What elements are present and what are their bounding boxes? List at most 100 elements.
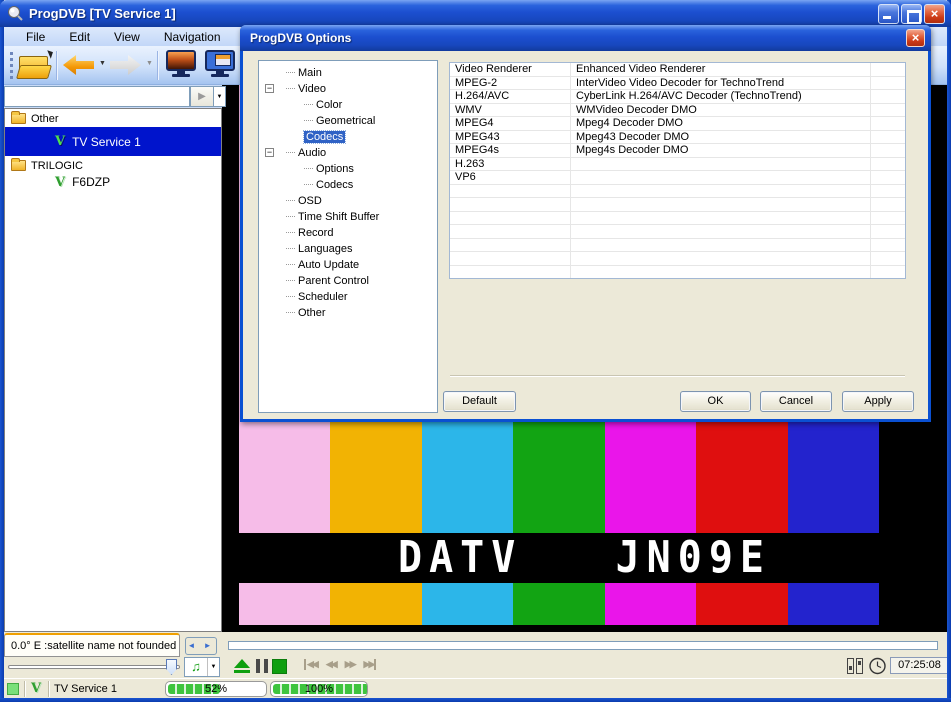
back-button[interactable] bbox=[63, 55, 94, 75]
minimize-button[interactable] bbox=[878, 4, 899, 24]
codec-row[interactable]: MPEG4sMpeg4s Decoder DMO bbox=[450, 144, 905, 158]
group-label: Other bbox=[31, 113, 59, 125]
tree-item-audio-codecs[interactable]: Codecs bbox=[259, 177, 437, 193]
codec-row-empty[interactable] bbox=[450, 239, 905, 253]
collapse-icon[interactable]: − bbox=[265, 148, 274, 157]
codec-row[interactable]: H.263 bbox=[450, 158, 905, 172]
channel-group-trilogic[interactable]: TRILOGIC bbox=[5, 158, 221, 173]
search-dropdown-caret[interactable]: ▼ bbox=[214, 86, 226, 107]
window-border-left bbox=[0, 0, 4, 702]
channel-v-icon: V bbox=[55, 175, 65, 190]
pause-button[interactable] bbox=[256, 659, 268, 673]
titlebar[interactable]: ProgDVB [TV Service 1] × bbox=[0, 0, 951, 27]
codec-row-empty[interactable] bbox=[450, 252, 905, 266]
menu-view[interactable]: View bbox=[102, 29, 152, 45]
channel-item-tv-service-1[interactable]: V TV Service 1 bbox=[5, 127, 221, 156]
fullscreen-button[interactable] bbox=[165, 50, 197, 79]
folder-icon bbox=[11, 113, 26, 124]
quality-percent-label: 100% bbox=[271, 683, 367, 695]
tree-item-video-codecs[interactable]: Codecs bbox=[259, 129, 437, 145]
seek-buttons: ◀◀ ◀◀ ▶▶ ▶▶ bbox=[304, 659, 376, 670]
signal-percent-label: 52% bbox=[166, 683, 266, 695]
callsign-band: DATV JN09E bbox=[222, 533, 947, 583]
status-channel-name: TV Service 1 bbox=[54, 683, 117, 695]
volume-slider-thumb[interactable] bbox=[166, 659, 177, 675]
default-button[interactable]: Default bbox=[443, 391, 516, 412]
forward-button[interactable] bbox=[110, 55, 141, 75]
codec-row[interactable]: VP6 bbox=[450, 171, 905, 185]
tree-item-languages[interactable]: Languages bbox=[259, 241, 437, 257]
codec-row-empty[interactable] bbox=[450, 225, 905, 239]
codec-row[interactable]: MPEG43Mpeg43 Decoder DMO bbox=[450, 131, 905, 145]
tree-item-time-shift-buffer[interactable]: Time Shift Buffer bbox=[259, 209, 437, 225]
forward-dropdown-caret[interactable]: ▼ bbox=[146, 60, 153, 67]
eject-button[interactable] bbox=[233, 659, 251, 673]
tree-item-geometrical[interactable]: Geometrical bbox=[259, 113, 437, 129]
codec-row-empty[interactable] bbox=[450, 198, 905, 212]
channel-item-f6dzp[interactable]: V F6DZP bbox=[5, 173, 221, 191]
audio-dropdown-caret[interactable]: ▼ bbox=[207, 658, 219, 676]
status-indicator bbox=[7, 683, 19, 695]
toolbar-separator bbox=[56, 51, 58, 80]
dialog-titlebar[interactable]: ProgDVB Options bbox=[240, 25, 931, 51]
stop-button[interactable] bbox=[272, 659, 287, 674]
codec-row-empty[interactable] bbox=[450, 266, 905, 280]
rewind-button[interactable]: ◀◀ bbox=[326, 659, 336, 670]
folder-icon bbox=[11, 160, 26, 171]
tree-item-other[interactable]: Other bbox=[259, 305, 437, 321]
fast-forward-button[interactable]: ▶▶ bbox=[345, 659, 355, 670]
equalizer-icon[interactable] bbox=[845, 657, 865, 680]
tree-item-record[interactable]: Record bbox=[259, 225, 437, 241]
channel-label: TV Service 1 bbox=[72, 135, 141, 149]
menu-navigation[interactable]: Navigation bbox=[152, 29, 233, 45]
tree-item-audio[interactable]: −Audio bbox=[259, 145, 437, 161]
toolbar-separator bbox=[157, 51, 159, 80]
tree-item-audio-options[interactable]: Options bbox=[259, 161, 437, 177]
skip-end-button[interactable]: ▶▶ bbox=[364, 659, 377, 670]
codec-row[interactable]: MPEG-2InterVideo Video Decoder for Techn… bbox=[450, 77, 905, 91]
dialog-close-button[interactable]: × bbox=[906, 29, 925, 47]
codec-row[interactable]: MPEG4Mpeg4 Decoder DMO bbox=[450, 117, 905, 131]
satellite-tab[interactable]: 0.0° E :satellite name not founded bbox=[4, 633, 180, 657]
cancel-button[interactable]: Cancel bbox=[760, 391, 832, 412]
skip-start-button[interactable]: ◀◀ bbox=[304, 659, 317, 670]
codec-row-empty[interactable] bbox=[450, 212, 905, 226]
tree-item-video[interactable]: −Video bbox=[259, 81, 437, 97]
codec-row[interactable]: Video RendererEnhanced Video Renderer bbox=[450, 63, 905, 77]
tree-item-scheduler[interactable]: Scheduler bbox=[259, 289, 437, 305]
windowed-view-button[interactable] bbox=[204, 50, 236, 79]
progdvb-logo-icon: V bbox=[31, 681, 41, 696]
menu-file[interactable]: File bbox=[14, 29, 57, 45]
channel-group-other[interactable]: Other bbox=[5, 111, 221, 126]
tree-item-osd[interactable]: OSD bbox=[259, 193, 437, 209]
statusbar: V TV Service 1 52% 100% bbox=[4, 678, 947, 698]
tree-item-parent-control[interactable]: Parent Control bbox=[259, 273, 437, 289]
codec-row[interactable]: WMVWMVideo Decoder DMO bbox=[450, 104, 905, 118]
volume-slider[interactable] bbox=[8, 665, 180, 669]
back-dropdown-caret[interactable]: ▼ bbox=[99, 60, 106, 67]
tree-item-auto-update[interactable]: Auto Update bbox=[259, 257, 437, 273]
menu-edit[interactable]: Edit bbox=[57, 29, 102, 45]
signal-quality-bar: 100% bbox=[270, 681, 368, 697]
timeshift-seekbar[interactable] bbox=[228, 641, 938, 650]
collapse-icon[interactable]: − bbox=[265, 84, 274, 93]
codec-row-empty[interactable] bbox=[450, 185, 905, 199]
clock-icon[interactable] bbox=[868, 656, 887, 680]
channel-list-panel: Other V TV Service 1 TRILOGIC V F6DZP bbox=[4, 108, 222, 632]
apply-button[interactable]: Apply bbox=[842, 391, 914, 412]
close-button[interactable]: × bbox=[924, 4, 945, 24]
ok-button[interactable]: OK bbox=[680, 391, 751, 412]
playback-controls: ♫ ▼ ◀◀ ◀◀ ▶▶ ▶▶ bbox=[4, 656, 947, 678]
go-button[interactable]: ▶ bbox=[190, 86, 214, 107]
codec-row[interactable]: H.264/AVCCyberLink H.264/AVC Decoder (Te… bbox=[450, 90, 905, 104]
monitor-window-icon bbox=[205, 50, 235, 71]
tab-scroll-arrows[interactable]: ◄ ► bbox=[185, 637, 217, 655]
open-file-button[interactable] bbox=[18, 51, 52, 81]
audio-track-button[interactable]: ♫ ▼ bbox=[184, 657, 220, 677]
channel-search-input[interactable] bbox=[4, 86, 190, 107]
maximize-button[interactable] bbox=[901, 4, 922, 24]
toolbar-grip[interactable] bbox=[10, 52, 13, 79]
tree-item-color[interactable]: Color bbox=[259, 97, 437, 113]
progdvb-window: ProgDVB [TV Service 1] × File Edit View … bbox=[0, 0, 951, 702]
tree-item-main[interactable]: Main bbox=[259, 65, 437, 81]
